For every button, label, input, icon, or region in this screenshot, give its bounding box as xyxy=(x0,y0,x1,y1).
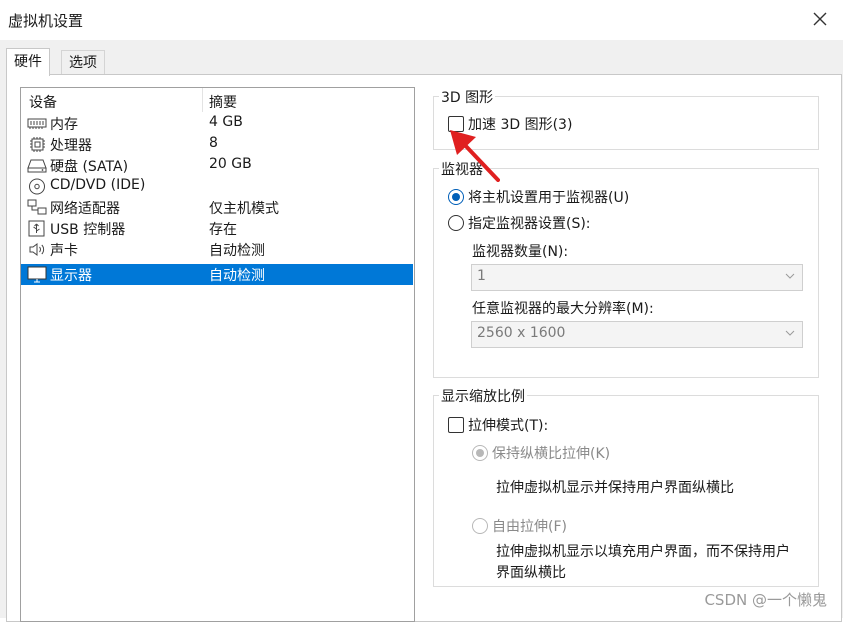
title-bar: 虚拟机设置 xyxy=(0,0,843,40)
device-row-usb-controller[interactable]: USB 控制器 存在 xyxy=(21,218,413,239)
device-name: 处理器 xyxy=(50,138,92,154)
use-host-monitor-label[interactable]: 将主机设置用于监视器(U) xyxy=(468,187,629,207)
column-header-device[interactable]: 设备 xyxy=(29,92,57,112)
keep-aspect-description: 拉伸虚拟机显示并保持用户界面纵横比 xyxy=(496,480,734,496)
watermark-text: CSDN @一个懒鬼 xyxy=(704,591,827,609)
device-row-display[interactable]: 显示器 自动检测 xyxy=(21,264,413,285)
keep-aspect-radio[interactable] xyxy=(472,445,488,461)
free-stretch-label[interactable]: 自由拉伸(F) xyxy=(492,516,567,536)
stretch-mode-label[interactable]: 拉伸模式(T): xyxy=(468,415,548,435)
use-host-monitor-radio[interactable] xyxy=(448,189,464,205)
device-name: 内存 xyxy=(50,117,78,133)
device-summary: 仅主机模式 xyxy=(209,201,279,217)
network-adapter-icon xyxy=(27,199,47,215)
free-stretch-radio[interactable] xyxy=(472,518,488,534)
tab-hardware[interactable]: 硬件 xyxy=(6,48,50,76)
device-name: 声卡 xyxy=(50,243,78,259)
device-row-cd-dvd[interactable]: CD/DVD (IDE) xyxy=(21,176,413,197)
monitor-count-value: 1 xyxy=(477,268,486,284)
device-name: 硬盘 (SATA) xyxy=(50,159,129,175)
usb-icon xyxy=(28,220,45,237)
max-resolution-value: 2560 x 1600 xyxy=(477,325,566,341)
cd-dvd-icon xyxy=(29,178,45,195)
device-summary: 20 GB xyxy=(209,156,252,172)
stretch-mode-checkbox[interactable] xyxy=(448,417,464,433)
annotation-arrow-icon xyxy=(450,130,500,182)
device-row-network-adapter[interactable]: 网络适配器 仅主机模式 xyxy=(21,197,413,218)
device-name: USB 控制器 xyxy=(50,222,126,238)
memory-icon xyxy=(27,118,47,129)
display-scaling-group-label: 显示缩放比例 xyxy=(439,386,527,406)
free-stretch-description: 拉伸虚拟机显示以填充用户界面，而不保持用户界面纵横比 xyxy=(496,544,790,581)
chevron-down-icon xyxy=(785,330,795,336)
device-summary: 自动检测 xyxy=(209,243,265,259)
chevron-down-icon xyxy=(785,273,795,279)
device-summary: 4 GB xyxy=(209,114,243,130)
specify-monitor-label[interactable]: 指定监视器设置(S): xyxy=(468,213,591,233)
device-row-sound-card[interactable]: 声卡 自动检测 xyxy=(21,239,413,260)
device-row-hard-disk[interactable]: 硬盘 (SATA) 20 GB xyxy=(21,155,413,176)
device-summary: 存在 xyxy=(209,222,237,238)
column-header-summary[interactable]: 摘要 xyxy=(209,92,237,112)
display-icon xyxy=(27,266,47,283)
sound-card-icon xyxy=(29,243,45,256)
device-row-memory[interactable]: 内存 4 GB xyxy=(21,113,413,134)
device-name: 显示器 xyxy=(50,268,92,284)
window-title: 虚拟机设置 xyxy=(8,12,84,30)
device-row-processor[interactable]: 处理器 8 xyxy=(21,134,413,155)
monitor-count-select[interactable]: 1 xyxy=(471,264,803,291)
tab-options[interactable]: 选项 xyxy=(61,50,105,75)
keep-aspect-label[interactable]: 保持纵横比拉伸(K) xyxy=(492,443,610,463)
device-summary: 8 xyxy=(209,135,218,151)
column-divider[interactable] xyxy=(202,88,203,112)
processor-icon xyxy=(30,137,45,152)
monitor-count-label: 监视器数量(N): xyxy=(472,244,569,260)
device-list-header: 设备 摘要 xyxy=(21,88,414,112)
specify-monitor-radio[interactable] xyxy=(448,215,464,231)
device-summary: 自动检测 xyxy=(209,268,265,284)
device-name: CD/DVD (IDE) xyxy=(50,177,146,193)
close-icon xyxy=(813,12,827,26)
device-name: 网络适配器 xyxy=(50,201,120,217)
hard-disk-icon xyxy=(27,159,47,173)
max-resolution-label: 任意监视器的最大分辨率(M): xyxy=(472,301,654,317)
graphics-3d-group-label: 3D 图形 xyxy=(439,87,496,107)
max-resolution-select[interactable]: 2560 x 1600 xyxy=(471,321,803,348)
device-list[interactable]: 设备 摘要 内存 4 GB 处理器 8 硬盘 (SATA) 20 GB CD/D… xyxy=(20,87,415,622)
close-button[interactable] xyxy=(809,8,831,30)
